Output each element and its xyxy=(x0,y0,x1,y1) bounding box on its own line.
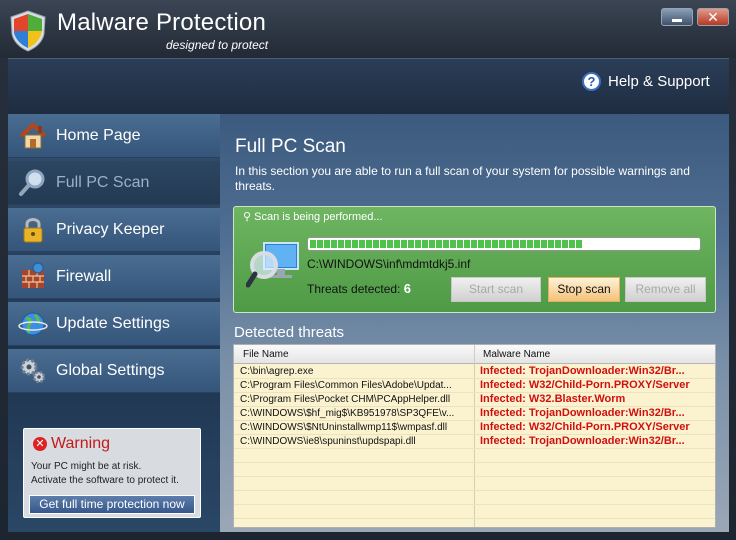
title-bar: Malware Protection designed to protect ✕ xyxy=(0,0,736,58)
threats-detected: Threats detected: 6 xyxy=(307,281,411,296)
cell-malware-name: Infected: W32/Child-Porn.PROXY/Server xyxy=(480,379,690,391)
column-header-malware-name[interactable]: Malware Name xyxy=(483,349,550,360)
scan-progress-fill xyxy=(310,240,582,248)
cell-file-name: C:\WINDOWS\ie8\spuninst\updspapi.dll xyxy=(240,436,416,447)
help-icon: ? xyxy=(582,72,601,91)
cell-file-name: C:\WINDOWS\$NtUninstallwmp11$\wmpasf.dll xyxy=(240,422,448,433)
sidebar-item-home-page[interactable]: Home Page xyxy=(8,114,220,158)
cell-file-name: C:\Program Files\Pocket CHM\PCAppHelper.… xyxy=(240,394,451,405)
header-bar: ? Help & Support xyxy=(8,58,729,114)
page-title: Full PC Scan xyxy=(235,136,346,157)
stop-scan-button[interactable]: Stop scan xyxy=(548,277,620,302)
sidebar-item-label: Firewall xyxy=(56,267,112,285)
sidebar-item-global-settings[interactable]: Global Settings xyxy=(8,349,220,393)
magnifier-small-icon: ⚲ xyxy=(243,211,255,223)
house-icon xyxy=(19,121,47,148)
detected-threats-title: Detected threats xyxy=(234,324,345,341)
empty-row xyxy=(234,449,715,463)
scan-status-text: Scan is being performed... xyxy=(254,211,383,223)
cell-file-name: C:\Program Files\Common Files\Adobe\Upda… xyxy=(240,380,452,391)
sidebar: Home Page Full PC Scan Privacy Keeper Fi… xyxy=(8,114,220,532)
table-row[interactable]: C:\Program Files\Common Files\Adobe\Upda… xyxy=(234,379,715,393)
cell-malware-name: Infected: TrojanDownloader:Win32/Br... xyxy=(480,435,685,447)
sidebar-item-firewall[interactable]: Firewall xyxy=(8,255,220,299)
sidebar-item-label: Home Page xyxy=(56,126,141,144)
scan-progress-bar xyxy=(307,237,701,251)
sidebar-item-full-pc-scan[interactable]: Full PC Scan xyxy=(8,161,220,205)
get-protection-button[interactable]: Get full time protection now xyxy=(29,495,195,514)
warning-message-line: Your PC might be at risk. xyxy=(31,461,142,472)
main-panel: Full PC Scan In this section you are abl… xyxy=(220,114,729,532)
sidebar-item-label: Update Settings xyxy=(56,314,170,332)
magnifier-icon xyxy=(19,169,45,196)
sidebar-item-label: Privacy Keeper xyxy=(56,220,165,238)
scan-panel: ⚲ Scan is being performed... C:\WINDOWS\… xyxy=(233,206,716,313)
sidebar-item-privacy-keeper[interactable]: Privacy Keeper xyxy=(8,208,220,252)
cell-file-name: C:\bin\agrep.exe xyxy=(240,366,314,377)
table-row[interactable]: C:\WINDOWS\$hf_mig$\KB951978\SP3QFE\v...… xyxy=(234,407,715,421)
sidebar-item-update-settings[interactable]: Update Settings xyxy=(8,302,220,346)
table-row[interactable]: C:\WINDOWS\$NtUninstallwmp11$\wmpasf.dll… xyxy=(234,421,715,435)
globe-icon xyxy=(18,312,48,335)
app-window: Malware Protection designed to protect ✕… xyxy=(0,0,736,540)
error-icon: ✕ xyxy=(33,437,47,451)
cell-malware-name: Infected: W32/Child-Porn.PROXY/Server xyxy=(480,421,690,433)
table-body: C:\bin\agrep.exe Infected: TrojanDownloa… xyxy=(234,365,715,527)
empty-row xyxy=(234,505,715,519)
help-support-link[interactable]: ? Help & Support xyxy=(582,72,710,91)
warning-panel: ✕ Warning Your PC might be at risk. Acti… xyxy=(23,428,201,518)
remove-all-button[interactable]: Remove all xyxy=(625,277,706,302)
brick-wall-icon xyxy=(22,262,44,288)
empty-row xyxy=(234,491,715,505)
computer-scan-icon xyxy=(246,242,299,288)
table-row[interactable]: C:\WINDOWS\ie8\spuninst\updspapi.dll Inf… xyxy=(234,435,715,449)
threats-detected-label: Threats detected: xyxy=(307,282,401,296)
start-scan-button[interactable]: Start scan xyxy=(451,277,541,302)
shield-icon xyxy=(10,10,46,52)
app-title: Malware Protection xyxy=(57,9,267,36)
table-row[interactable]: C:\Program Files\Pocket CHM\PCAppHelper.… xyxy=(234,393,715,407)
empty-row xyxy=(234,519,715,527)
column-header-file-name[interactable]: File Name xyxy=(243,349,289,360)
warning-title: Warning xyxy=(51,435,110,452)
table-row[interactable]: C:\bin\agrep.exe Infected: TrojanDownloa… xyxy=(234,365,715,379)
sidebar-item-label: Full PC Scan xyxy=(56,173,150,191)
threats-count: 6 xyxy=(403,281,411,296)
cell-malware-name: Infected: TrojanDownloader:Win32/Br... xyxy=(480,365,685,377)
gears-icon xyxy=(20,358,46,383)
current-scan-file: C:\WINDOWS\inf\mdmtdkj5.inf xyxy=(307,257,471,271)
warning-message-line: Activate the software to protect it. xyxy=(31,475,179,486)
warning-header: ✕ Warning xyxy=(33,435,110,453)
sidebar-item-label: Global Settings xyxy=(56,361,165,379)
empty-row xyxy=(234,477,715,491)
cell-malware-name: Infected: TrojanDownloader:Win32/Br... xyxy=(480,407,685,419)
minimize-button[interactable] xyxy=(661,8,693,26)
cell-malware-name: Infected: W32.Blaster.Worm xyxy=(480,393,626,405)
scan-status: ⚲ Scan is being performed... xyxy=(243,210,383,223)
threats-table[interactable]: File Name Malware Name C:\bin\agrep.exe … xyxy=(233,344,716,528)
app-subtitle: designed to protect xyxy=(166,38,269,52)
help-support-label: Help & Support xyxy=(608,73,710,90)
empty-row xyxy=(234,463,715,477)
page-description: In this section you are able to run a fu… xyxy=(235,164,690,193)
cell-file-name: C:\WINDOWS\$hf_mig$\KB951978\SP3QFE\v... xyxy=(240,408,455,419)
close-button[interactable]: ✕ xyxy=(697,8,729,26)
padlock-icon xyxy=(23,217,43,242)
